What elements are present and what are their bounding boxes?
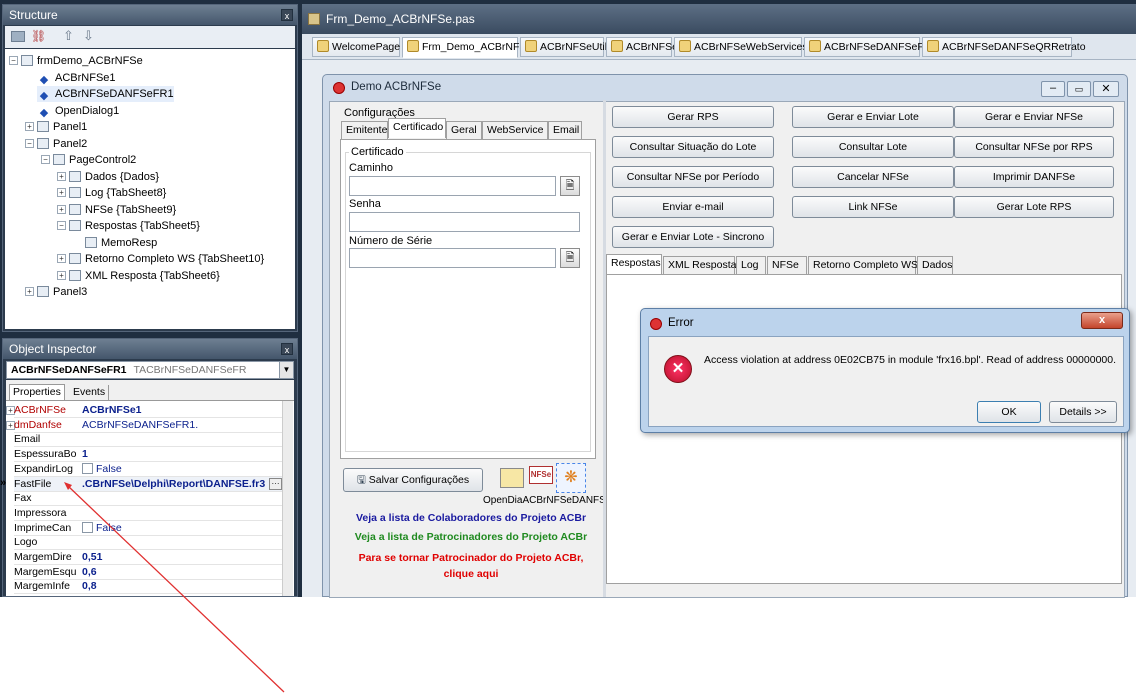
arrow-line [67,485,285,693]
annotation-arrow [64,482,285,693]
